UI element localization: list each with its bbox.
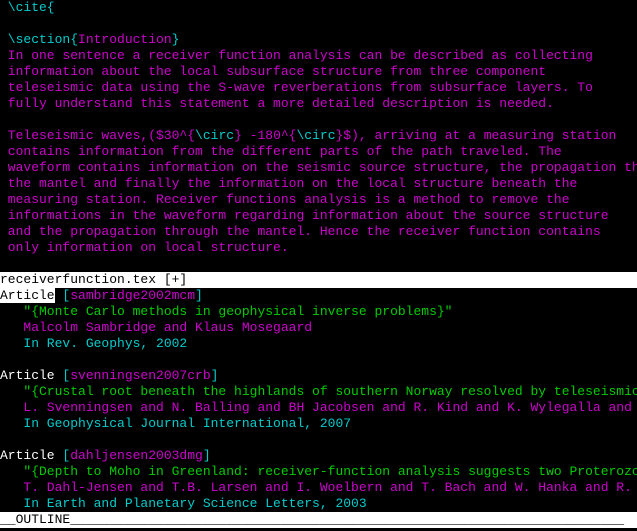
section-close: } [172, 32, 180, 47]
article-keyword[interactable]: Article [0, 368, 55, 383]
para2-line: contains information from the different … [0, 144, 562, 159]
para1-line: In one sentence a receiver function anal… [0, 48, 593, 63]
para1-line: information about the local subsurface s… [0, 64, 546, 79]
article-keyword[interactable]: Article [0, 288, 55, 303]
para2-line: only information on local structure. [0, 240, 289, 255]
section-title: Introduction [78, 32, 172, 47]
article-pub: In Rev. Geophys, 2002 [0, 336, 187, 351]
citekey[interactable]: sambridge2002mcm [70, 288, 195, 303]
article-pub: In Geophysical Journal International, 20… [0, 416, 351, 431]
para1-line: fully understand this statement a more d… [0, 96, 554, 111]
citekey[interactable]: svenningsen2007crb [70, 368, 210, 383]
article-authors: Malcolm Sambridge and Klaus Mosegaard [0, 320, 312, 335]
outline-ruler: __OUTLINE_______________________________… [0, 512, 637, 528]
bracket: ] [195, 288, 203, 303]
outline-pane[interactable]: Article [sambridge2002mcm] "{Monte Carlo… [0, 288, 637, 528]
para2-line-e: }$), arriving at a measuring station [336, 128, 617, 143]
para2-line: the mantel and finally the information o… [0, 176, 577, 191]
article-authors: L. Svenningsen and N. Balling and BH Jac… [0, 400, 637, 415]
para2-line: and the propagation through the mantel. … [0, 224, 601, 239]
article-keyword[interactable]: Article [0, 448, 55, 463]
cite-command: \cite{ [0, 0, 55, 15]
editor-top-pane[interactable]: \cite{ \section{Introduction} In one sen… [0, 0, 637, 272]
para1-line: teleseismic data using the S-wave reverb… [0, 80, 593, 95]
bracket: ] [211, 368, 219, 383]
article-title: "{Monte Carlo methods in geophysical inv… [0, 304, 452, 319]
bracket: [ [55, 288, 71, 303]
citekey[interactable]: dahljensen2003dmg [70, 448, 203, 463]
circ-cmd: \circ [296, 128, 335, 143]
section-open: \section{ [0, 32, 78, 47]
status-bar: receiverfunction.tex [+] [0, 272, 637, 288]
para2-line: waveform contains information on the sei… [0, 160, 637, 175]
para2-line-a: Teleseismic waves,($30^{ [0, 128, 195, 143]
para2-line-c: } -180^{ [234, 128, 296, 143]
article-title: "{Crustal root beneath the highlands of … [0, 384, 637, 399]
para2-line: informations in the waveform regarding i… [0, 208, 609, 223]
article-authors: T. Dahl-Jensen and T.B. Larsen and I. Wo… [0, 480, 637, 495]
bracket: ] [203, 448, 211, 463]
circ-cmd: \circ [195, 128, 234, 143]
article-pub: In Earth and Planetary Science Letters, … [0, 496, 367, 511]
bracket: [ [55, 368, 71, 383]
para2-line: measuring station. Receiver functions an… [0, 192, 570, 207]
article-title: "{Depth to Moho in Greenland: receiver-f… [0, 464, 637, 479]
bracket: [ [55, 448, 71, 463]
